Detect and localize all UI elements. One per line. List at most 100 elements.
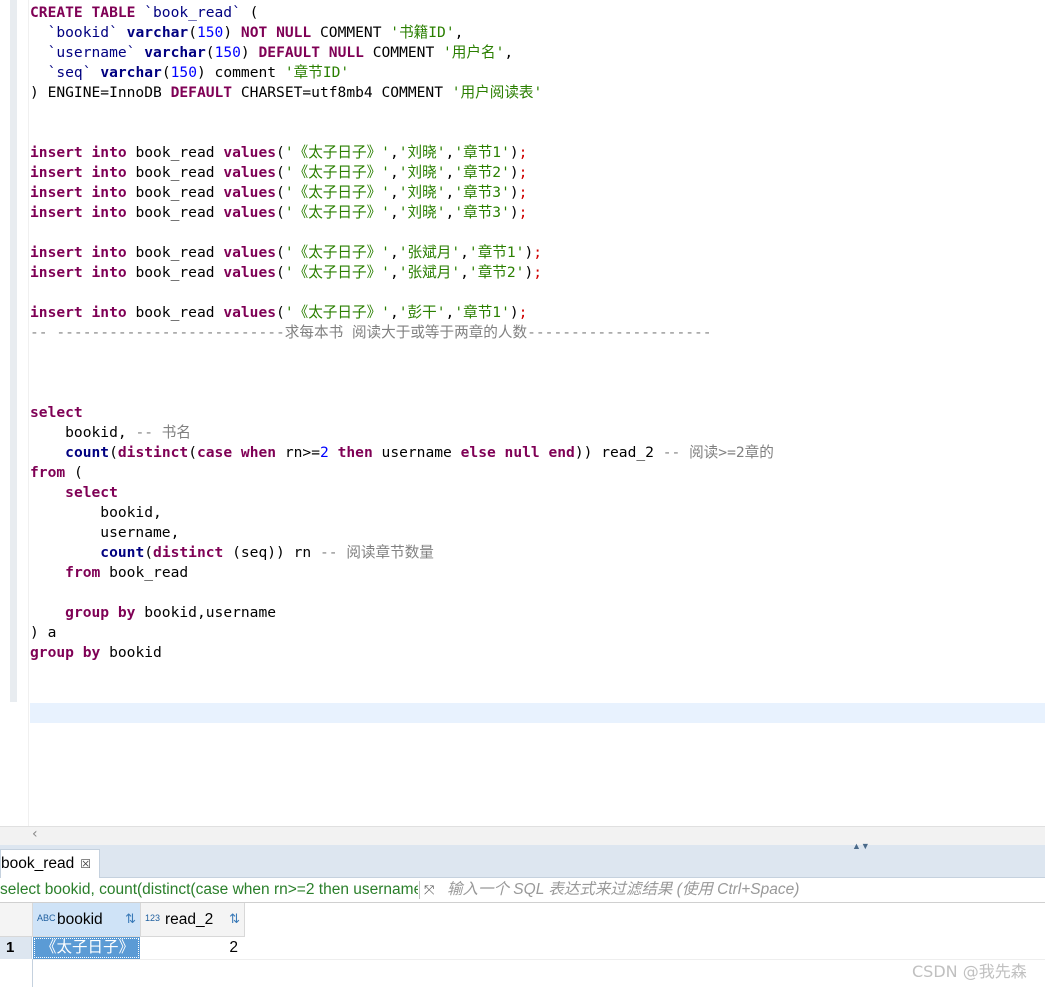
code-line[interactable]: count(distinct (seq)) rn -- 阅读章节数量 — [30, 543, 774, 563]
code-line[interactable]: insert into book_read values('《太子日子》','刘… — [30, 163, 774, 183]
text-type-icon: ABC — [37, 913, 56, 923]
code-line[interactable]: ​ — [30, 223, 774, 243]
code-line[interactable]: ​ — [30, 283, 774, 303]
code-line[interactable]: insert into book_read values('《太子日子》','彭… — [30, 303, 774, 323]
code-line[interactable]: `bookid` varchar(150) NOT NULL COMMENT '… — [30, 23, 774, 43]
code-token: varchar — [144, 44, 206, 61]
code-line[interactable]: bookid, -- 书名 — [30, 423, 774, 443]
horizontal-scrollbar[interactable]: ‹ — [0, 826, 1045, 845]
code-token: bookid,username — [135, 604, 277, 621]
code-token: ; — [518, 304, 528, 321]
code-token: book_read — [126, 204, 224, 221]
code-line[interactable]: ) ENGINE=InnoDB DEFAULT CHARSET=utf8mb4 … — [30, 83, 774, 103]
code-token: '书籍ID' — [390, 24, 455, 41]
code-line[interactable]: group by bookid,username — [30, 603, 774, 623]
code-line[interactable]: ​ — [30, 363, 774, 383]
row-number[interactable]: 1 — [0, 937, 32, 959]
filter-icon[interactable]: ⤧ — [424, 878, 434, 902]
code-token: ; — [518, 144, 528, 161]
code-token: ( — [188, 444, 197, 461]
code-token: insert into — [30, 204, 127, 221]
code-token: ; — [518, 204, 528, 221]
code-token: -- 阅读章节数量 — [319, 544, 434, 561]
code-line[interactable]: select — [30, 403, 774, 423]
code-line[interactable]: insert into book_read values('《太子日子》','刘… — [30, 183, 774, 203]
code-token: , — [445, 184, 455, 201]
results-tab-bar: book_read ☒ ▲▼ — [0, 841, 1045, 878]
code-line[interactable]: `seq` varchar(150) comment '章节ID' — [30, 63, 774, 83]
code-line[interactable]: ​ — [30, 343, 774, 363]
cell-bookid[interactable]: 《太子日子》 — [33, 937, 140, 959]
code-token: from — [30, 464, 66, 481]
code-token: (seq)) rn — [223, 544, 320, 561]
filter-separator — [419, 881, 420, 899]
code-line[interactable]: insert into book_read values('《太子日子》','张… — [30, 263, 774, 283]
results-panel: book_read ☒ ▲▼ select bookid, count(dist… — [0, 841, 1045, 987]
code-token: , — [445, 164, 455, 181]
code-line[interactable]: count(distinct(case when rn>=2 then user… — [30, 443, 774, 463]
filter-bar: select bookid, count(distinct(case when … — [0, 878, 1045, 903]
code-line[interactable]: bookid, — [30, 503, 774, 523]
code-token: '用户名' — [443, 44, 505, 61]
panel-collapse-icon[interactable]: ▲▼ — [852, 841, 870, 851]
close-icon[interactable]: ☒ — [80, 850, 91, 878]
code-token: `bookid` — [47, 24, 118, 41]
sort-filter-icon[interactable]: ⇅ — [125, 902, 136, 935]
code-token: -- 书名 — [135, 424, 191, 441]
code-token: '章节1' — [454, 144, 510, 161]
code-token: , — [389, 264, 399, 281]
code-token: insert into — [30, 184, 127, 201]
cell-read-2[interactable]: 2 — [141, 937, 244, 959]
code-line[interactable]: from ( — [30, 463, 774, 483]
code-line[interactable]: from book_read — [30, 563, 774, 583]
code-token: -- --------------------------求每本书 阅读大于或等… — [30, 324, 712, 341]
code-line[interactable]: -- --------------------------求每本书 阅读大于或等… — [30, 323, 774, 343]
code-line[interactable]: ​ — [30, 583, 774, 603]
code-token: , — [454, 24, 464, 41]
code-line[interactable]: insert into book_read values('《太子日子》','刘… — [30, 203, 774, 223]
code-token: ) comment — [196, 64, 285, 81]
tab-book-read[interactable]: book_read ☒ — [0, 849, 101, 878]
code-token: ) — [509, 164, 519, 181]
code-token: , — [445, 304, 455, 321]
code-token: bookid, — [30, 504, 162, 521]
code-line[interactable]: insert into book_read values('《太子日子》','张… — [30, 243, 774, 263]
code-token: ) — [524, 264, 534, 281]
filter-input[interactable]: 输入一个 SQL 表达式来过滤结果 (使用 Ctrl+Space) — [447, 878, 799, 902]
code-token: DEFAULT NULL — [258, 44, 364, 61]
code-line[interactable]: `username` varchar(150) DEFAULT NULL COM… — [30, 43, 774, 63]
code-token: ( — [276, 244, 285, 261]
sql-editor[interactable]: CREATE TABLE `book_read` ( `bookid` varc… — [0, 0, 1045, 826]
code-line[interactable]: username, — [30, 523, 774, 543]
code-line[interactable]: insert into book_read values('《太子日子》','刘… — [30, 143, 774, 163]
code-token: ( — [205, 44, 215, 61]
code-line[interactable]: ​ — [30, 103, 774, 123]
code-token: book_read — [126, 244, 224, 261]
code-line[interactable]: ​ — [30, 383, 774, 403]
column-label: read_2 — [165, 911, 214, 928]
code-token: username, — [30, 524, 180, 541]
code-line[interactable]: ​ — [30, 123, 774, 143]
code-token: , — [445, 144, 455, 161]
scroll-left-icon[interactable]: ‹ — [32, 826, 38, 842]
code-line[interactable]: CREATE TABLE `book_read` ( — [30, 3, 774, 23]
code-token: values — [223, 264, 277, 281]
code-token: values — [223, 164, 277, 181]
sort-filter-icon[interactable]: ⇅ — [229, 902, 240, 935]
code-line[interactable]: select — [30, 483, 774, 503]
code-line[interactable]: ) a — [30, 623, 774, 643]
sql-code[interactable]: CREATE TABLE `book_read` ( `bookid` varc… — [30, 3, 774, 663]
results-grid[interactable]: ABC bookid ⇅ 123 read_2 ⇅ 1 《太子日子》 2 — [0, 903, 1045, 987]
column-header-bookid[interactable]: ABC bookid ⇅ — [33, 903, 141, 937]
code-token: book_read — [126, 144, 224, 161]
row-number-header — [0, 903, 33, 937]
query-text: select bookid, count(distinct(case when … — [0, 881, 418, 898]
code-token: '章节3' — [454, 204, 510, 221]
code-line[interactable]: group by bookid — [30, 643, 774, 663]
editor-gutter-divider — [28, 0, 29, 826]
column-header-read-2[interactable]: 123 read_2 ⇅ — [141, 903, 245, 937]
